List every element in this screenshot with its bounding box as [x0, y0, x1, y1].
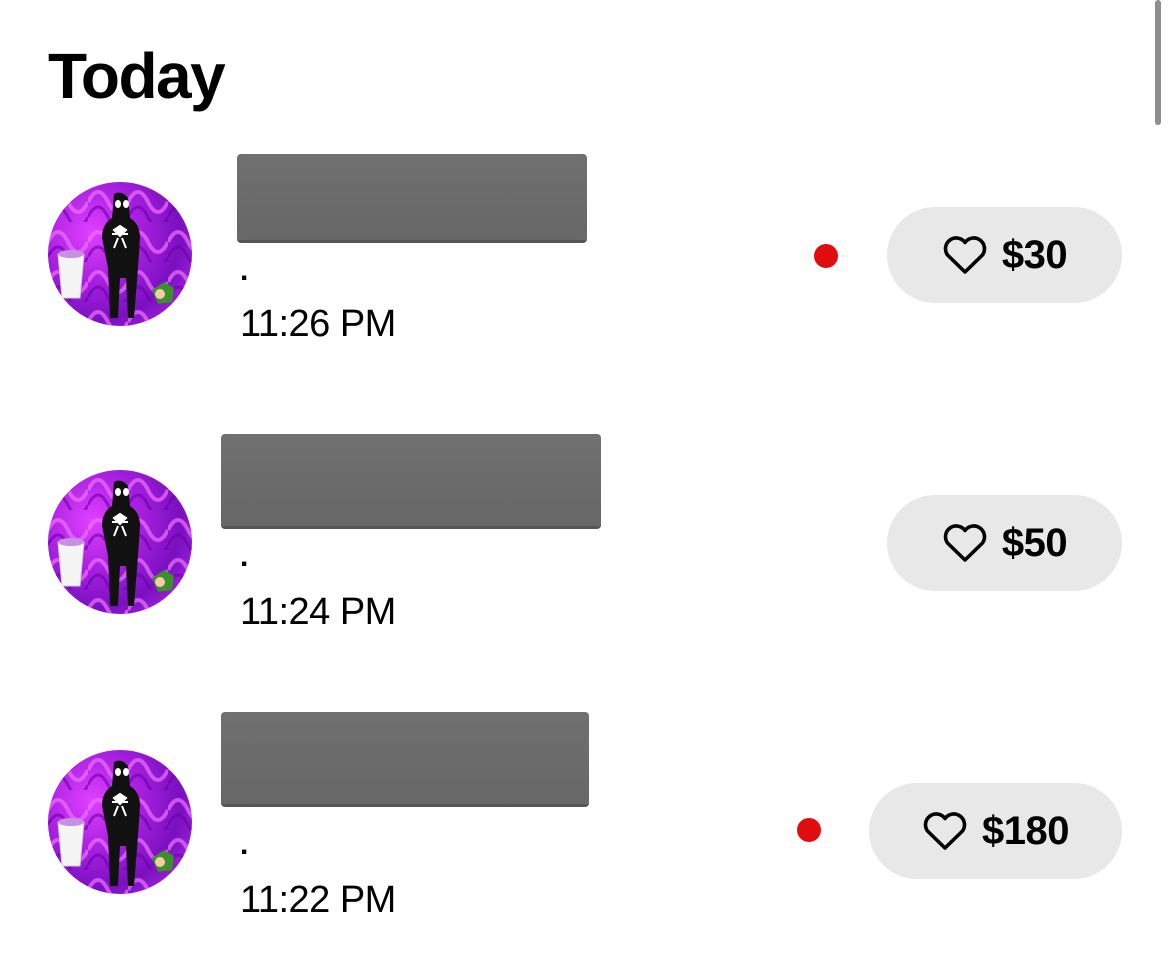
- timestamp: 11:26 PM: [240, 303, 396, 345]
- timestamp: 11:24 PM: [240, 591, 396, 633]
- unread-dot: [814, 244, 838, 268]
- heart-icon: [943, 524, 987, 562]
- tip-button[interactable]: $50: [887, 495, 1122, 591]
- list-item[interactable]: . 11:22 PM $180: [0, 710, 1170, 960]
- message-preview: .: [240, 828, 249, 861]
- avatar[interactable]: [48, 470, 192, 614]
- tip-button[interactable]: $30: [887, 207, 1122, 303]
- heart-icon: [923, 812, 967, 850]
- tip-amount: $180: [982, 809, 1069, 853]
- tip-amount: $30: [1001, 233, 1068, 277]
- scrollbar[interactable]: [1155, 0, 1161, 125]
- message-preview: .: [240, 540, 249, 573]
- heart-icon: [943, 236, 987, 274]
- redacted-name-block: [221, 712, 589, 804]
- avatar[interactable]: [48, 182, 192, 326]
- redacted-name-block: [221, 434, 601, 526]
- unread-dot: [797, 818, 821, 842]
- timestamp: 11:22 PM: [240, 879, 396, 921]
- list-item[interactable]: . 11:26 PM $30: [0, 150, 1170, 400]
- redacted-name-block: [237, 154, 587, 240]
- list-item[interactable]: . 11:24 PM $50: [0, 430, 1170, 680]
- message-preview: .: [240, 254, 249, 287]
- avatar[interactable]: [48, 750, 192, 894]
- tip-button[interactable]: $180: [869, 783, 1122, 879]
- page-title: Today: [48, 40, 226, 112]
- tip-amount: $50: [1001, 521, 1068, 565]
